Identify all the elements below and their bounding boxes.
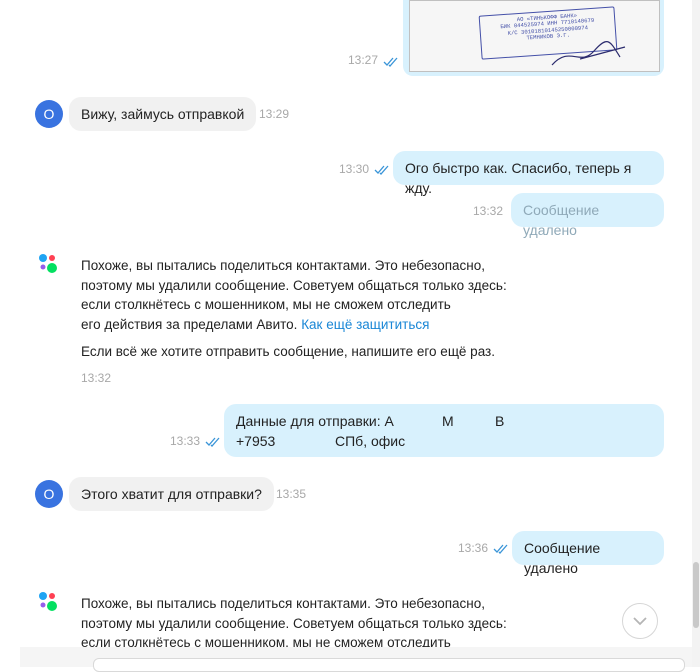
avatar[interactable]: О xyxy=(35,100,63,128)
double-check-icon xyxy=(205,437,220,447)
outgoing-message: Данные для отправки: А М В +7953 СПб, оф… xyxy=(224,404,664,457)
notice-line: если столкнётесь с мошенником, мы не смо… xyxy=(81,297,451,312)
message-text: Сообщение удалено xyxy=(524,540,601,576)
notice-line: Похоже, вы пытались поделиться контактам… xyxy=(81,258,485,273)
notice-retry: Если всё же хотите отправить сообщение, … xyxy=(81,344,495,359)
incoming-message: Этого хватит для отправки? xyxy=(69,477,274,511)
message-text: М xyxy=(442,413,454,429)
notice-line: Похоже, вы пытались поделиться контактам… xyxy=(81,596,485,611)
message-input[interactable] xyxy=(93,658,685,672)
document-photo[interactable]: АО «ТИНЬКОФФ БАНК» БИК 044525974 ИНН 771… xyxy=(409,0,660,72)
message-time: 13:29 xyxy=(259,107,290,121)
notice-line: его действия за пределами Авито. Как ещё… xyxy=(81,315,521,335)
scrollbar[interactable] xyxy=(692,0,700,667)
system-notice: Похоже, вы пытались поделиться контактам… xyxy=(81,256,521,388)
system-notice: Похоже, вы пытались поделиться контактам… xyxy=(81,594,521,647)
message-time: 13:32 xyxy=(81,370,112,385)
message-text: Вижу, займусь отправкой xyxy=(81,106,245,122)
notice-line: поэтому мы удалили сообщение. Советуем о… xyxy=(81,277,507,293)
scrollbar-thumb[interactable] xyxy=(693,562,699,628)
avatar[interactable]: О xyxy=(35,480,63,508)
safety-link[interactable]: Как ещё защититься xyxy=(301,317,429,332)
avito-dots-icon xyxy=(39,592,57,611)
double-check-icon xyxy=(374,165,389,175)
message-time: 13:36 xyxy=(458,541,489,555)
message-time: 13:27 xyxy=(348,53,379,67)
message-time: 13:30 xyxy=(339,162,370,176)
chevron-down-icon xyxy=(633,617,647,626)
outgoing-message: Сообщение удалено xyxy=(512,531,664,576)
double-check-icon xyxy=(493,544,508,554)
deleted-message: Сообщение удалено xyxy=(511,193,664,238)
notice-text: его действия за пределами Авито. xyxy=(81,316,298,332)
chat-panel: 13:27 АО «ТИНЬКОФФ БАНК» БИК 044525974 И… xyxy=(0,0,692,672)
message-text: СПб, офис xyxy=(335,433,406,449)
signature xyxy=(551,41,626,66)
message-text: Ого быстро как. Спасибо, теперь я жду. xyxy=(405,160,632,196)
message-time: 13:32 xyxy=(473,204,504,218)
message-text: +7953 xyxy=(236,433,276,449)
message-line: Данные для отправки: А М В xyxy=(236,411,652,431)
notice-line: поэтому мы удалили сообщение. Советуем о… xyxy=(81,615,507,631)
message-time: 13:33 xyxy=(170,434,201,448)
message-line: +7953 СПб, офис xyxy=(236,431,652,451)
message-text: Данные для отправки: А xyxy=(236,413,394,429)
notice-line: если столкнётесь с мошенником, мы не смо… xyxy=(81,635,451,647)
photo-message[interactable]: АО «ТИНЬКОФФ БАНК» БИК 044525974 ИНН 771… xyxy=(403,0,664,76)
incoming-message: Вижу, займусь отправкой xyxy=(69,97,257,131)
double-check-icon xyxy=(383,57,398,67)
outgoing-message: Ого быстро как. Спасибо, теперь я жду. xyxy=(393,151,664,196)
message-text: Этого хватит для отправки? xyxy=(81,486,262,502)
avito-dots-icon xyxy=(39,254,57,273)
scroll-down-button[interactable] xyxy=(622,603,658,639)
message-text: Сообщение удалено xyxy=(523,202,600,238)
message-text: В xyxy=(495,413,505,429)
message-time: 13:35 xyxy=(276,487,307,501)
